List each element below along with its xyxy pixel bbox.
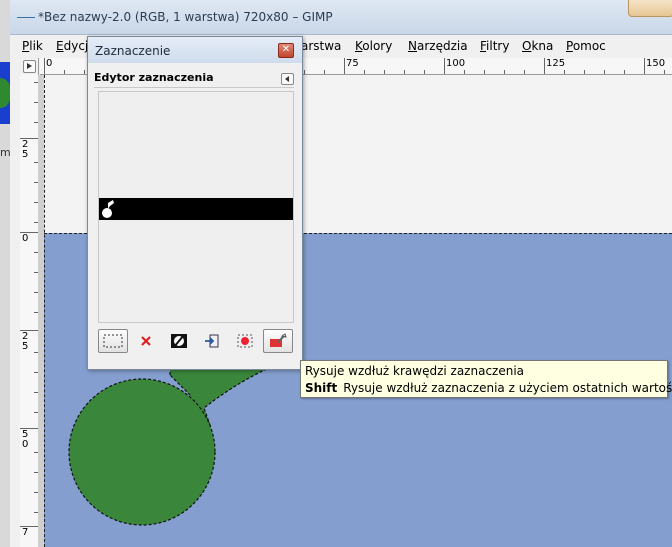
tooltip-line: Shift Rysuje wzdłuż zaznaczenia z użyciem…: [305, 381, 672, 395]
ruler-label: 0: [46, 58, 53, 69]
ruler-label: 50: [22, 429, 29, 450]
ruler-label: 100: [446, 58, 466, 69]
invert-selection-button[interactable]: [164, 329, 194, 353]
close-icon[interactable]: ✕: [278, 43, 294, 58]
menu-warstwa[interactable]: arstwa: [301, 39, 341, 53]
selection-to-path-button[interactable]: [197, 329, 227, 353]
menu-pomoc[interactable]: Pomoc: [566, 39, 606, 53]
tooltip: Rysuje wzdłuż krawędzi zaznaczenia Shift…: [300, 360, 672, 398]
ruler-label: 25: [22, 331, 29, 352]
dialog-title: Zaznaczenie: [95, 44, 171, 58]
menu-narzedzia[interactable]: Narzędzia: [408, 39, 468, 53]
selection-preview[interactable]: [98, 91, 294, 323]
selection-blob-icon: [102, 200, 114, 218]
to-path-icon: [205, 334, 219, 348]
ruler-corner[interactable]: [20, 58, 39, 75]
dialog-title-bar[interactable]: Zaznaczenie ✕: [88, 37, 302, 63]
stroke-selection-icon: [237, 334, 253, 348]
red-x-icon: [141, 336, 151, 346]
menu-okna[interactable]: Okna: [522, 39, 553, 53]
ruler-label: 0: [22, 233, 29, 244]
menu-filtry[interactable]: Filtry: [480, 39, 509, 53]
select-all-button[interactable]: [98, 329, 128, 353]
tab-menu-icon[interactable]: [281, 73, 294, 85]
tooltip-modifier-text: Rysuje wzdłuż zaznaczenia z użyciem osta…: [343, 381, 672, 395]
ruler-label: 25: [22, 139, 29, 160]
vertical-ruler[interactable]: 25 0 25 50 7: [20, 74, 39, 547]
ruler-label: 7: [22, 527, 29, 538]
window-title: *Bez nazwy-2.0 (RGB, 1 warstwa) 720x80 –…: [38, 10, 333, 24]
divider: [94, 87, 294, 88]
tooltip-modifier-key: Shift: [305, 381, 338, 395]
dialog-toolbar: [94, 329, 296, 355]
stroke-selection-button[interactable]: [230, 329, 260, 353]
menu-kolory[interactable]: Kolory: [355, 39, 392, 53]
window-icon: [17, 17, 35, 18]
paint-stroke-icon: [270, 333, 287, 347]
tooltip-line: Rysuje wzdłuż krawędzi zaznaczenia: [305, 364, 525, 378]
ruler-label: 150: [646, 58, 666, 69]
selection-band: [99, 198, 293, 220]
background-window: m: [0, 0, 11, 547]
menu-plik[interactable]: Plik: [22, 39, 43, 53]
ruler-label: 75: [346, 58, 359, 69]
select-none-button[interactable]: [131, 329, 161, 353]
menu-edycja[interactable]: Edycj: [56, 39, 88, 53]
window-control-button[interactable]: [628, 0, 672, 17]
title-bar[interactable]: *Bez nazwy-2.0 (RGB, 1 warstwa) 720x80 –…: [10, 0, 672, 35]
ruler-label: 125: [546, 58, 566, 69]
selection-rect-icon: [103, 334, 123, 348]
stroke-with-last-values-button[interactable]: [263, 329, 293, 353]
invert-selection-icon: [171, 334, 187, 348]
dialog-heading: Edytor zaznaczenia: [94, 71, 214, 84]
quick-mask-arrow-icon[interactable]: [23, 60, 36, 73]
selection-editor-dialog: Zaznaczenie ✕ Edytor zaznaczenia: [87, 36, 303, 370]
